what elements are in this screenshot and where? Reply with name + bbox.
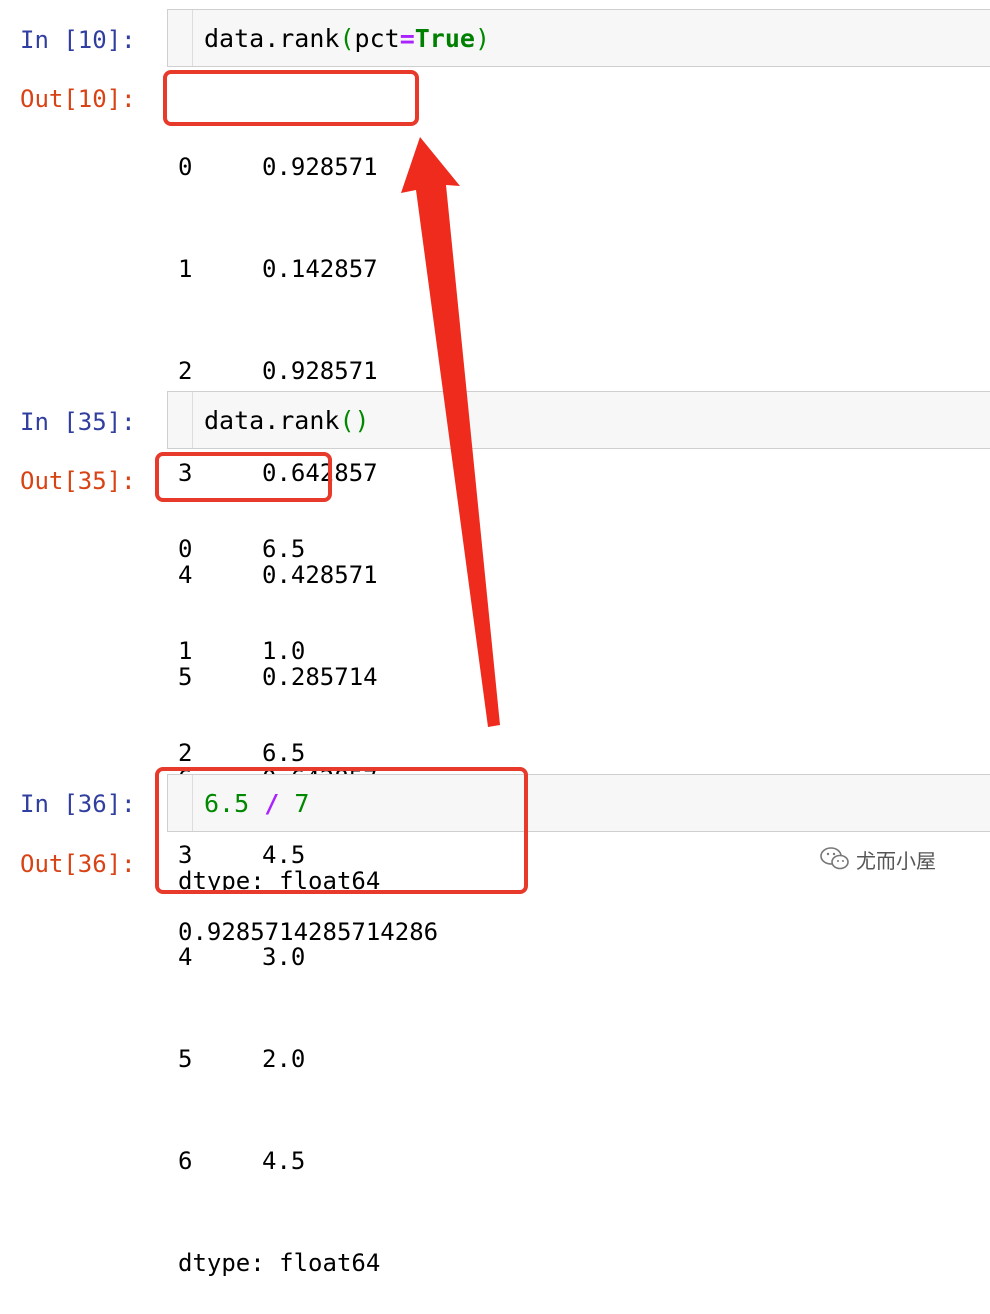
row-value: 2.0 xyxy=(262,1045,306,1073)
output-row: 5 2.0 xyxy=(178,1042,380,1076)
row-index: 5 xyxy=(178,1045,193,1073)
watermark: 尤而小屋 xyxy=(820,846,936,873)
dtype-line: dtype: float64 xyxy=(178,1249,381,1277)
wechat-icon xyxy=(820,847,849,870)
output-result: 0.9285714285714286 xyxy=(178,918,439,946)
row-value: 4.5 xyxy=(262,1147,306,1175)
annotation-arrow xyxy=(401,137,500,727)
output-row: 6 4.5 xyxy=(178,1144,380,1178)
watermark-text: 尤而小屋 xyxy=(856,848,936,873)
row-index: 6 xyxy=(178,1147,193,1175)
